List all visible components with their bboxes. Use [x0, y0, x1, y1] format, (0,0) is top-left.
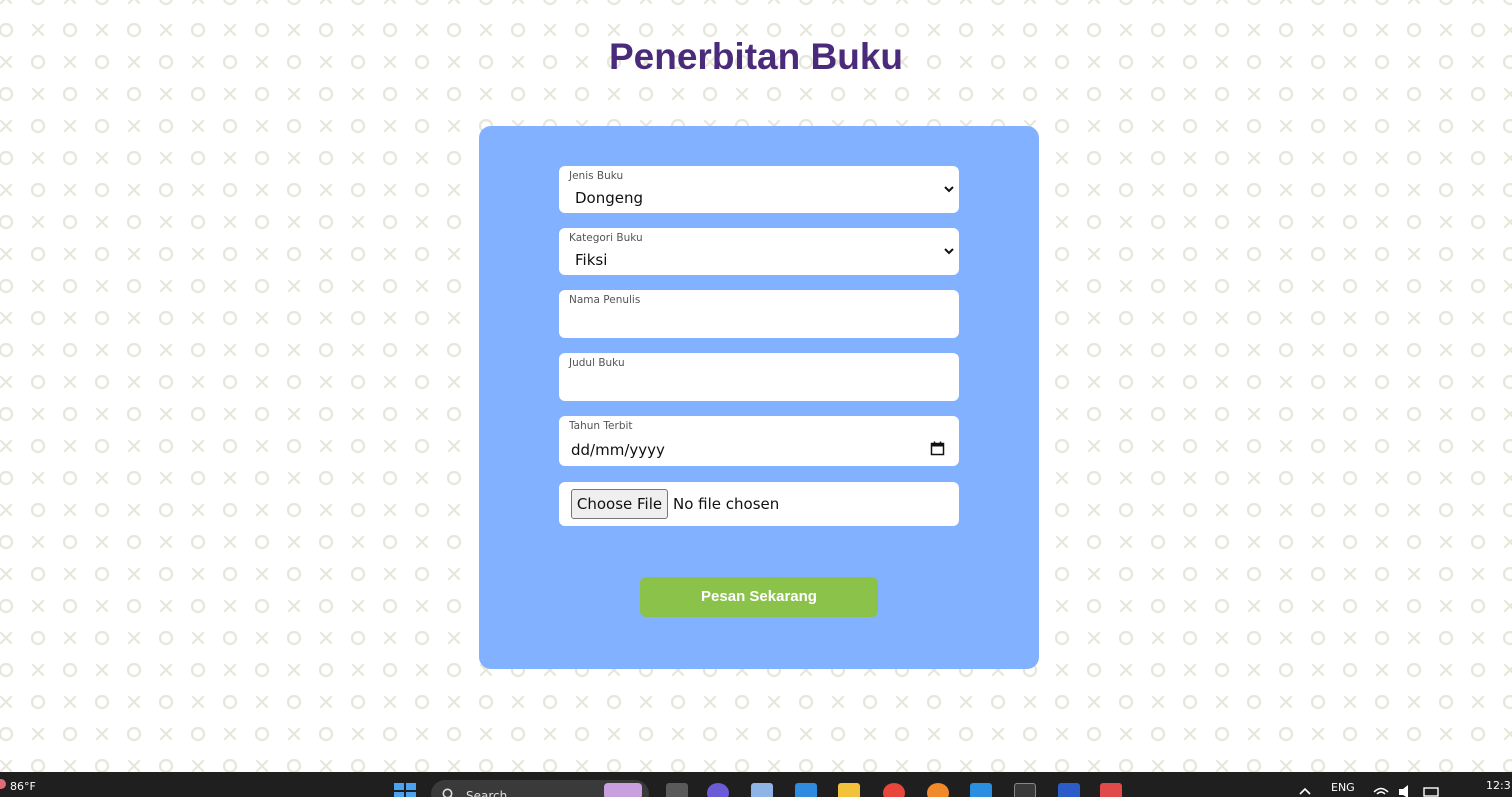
- search-placeholder: Search: [466, 789, 508, 797]
- submit-button[interactable]: Pesan Sekarang: [640, 577, 878, 617]
- kategori-buku-label: Kategori Buku: [569, 232, 643, 244]
- chevron-up-icon[interactable]: [1298, 786, 1312, 796]
- weather-icon[interactable]: [0, 779, 6, 789]
- choose-file-button[interactable]: Choose File: [571, 489, 668, 519]
- folder-icon[interactable]: [838, 783, 860, 797]
- jenis-buku-select[interactable]: Jenis Buku Dongeng: [559, 166, 959, 213]
- tahun-terbit-field[interactable]: Tahun Terbit dd/mm/yyyy: [559, 416, 959, 466]
- chevron-down-icon: [944, 248, 954, 255]
- chrome-icon[interactable]: [883, 783, 905, 797]
- language-indicator[interactable]: ENG: [1331, 781, 1355, 794]
- snipping-tool-icon[interactable]: [1100, 783, 1122, 797]
- tahun-terbit-placeholder: dd/mm/yyyy: [571, 441, 665, 459]
- search-icon: [442, 788, 453, 797]
- weather-text[interactable]: 86°F: [10, 780, 36, 793]
- jenis-buku-value: Dongeng: [575, 189, 644, 207]
- mail-icon[interactable]: [795, 783, 817, 797]
- judul-buku-field[interactable]: Judul Buku: [559, 353, 959, 401]
- judul-buku-label: Judul Buku: [569, 357, 625, 369]
- jenis-buku-label: Jenis Buku: [569, 170, 624, 182]
- system-tray-icons[interactable]: [1372, 784, 1442, 797]
- windows-start-icon[interactable]: [394, 783, 416, 797]
- photos-icon[interactable]: [751, 783, 773, 797]
- file-upload-field: Choose File No file chosen: [559, 482, 959, 526]
- publish-form-card: Jenis Buku Dongeng Kategori Buku Fiksi N…: [479, 126, 1039, 669]
- file-explorer-icon[interactable]: [666, 783, 688, 797]
- nama-penulis-field[interactable]: Nama Penulis: [559, 290, 959, 338]
- tahun-terbit-label: Tahun Terbit: [569, 420, 633, 432]
- page-title: Penerbitan Buku: [609, 36, 903, 77]
- chevron-down-icon: [944, 186, 954, 193]
- chat-icon[interactable]: [707, 783, 729, 797]
- word-icon[interactable]: [1058, 783, 1080, 797]
- calendar-icon[interactable]: [930, 441, 945, 456]
- clock[interactable]: 12:3: [1486, 779, 1511, 792]
- taskbar: 86°F Search ENG 12:3: [0, 772, 1512, 797]
- vscode-icon[interactable]: [970, 783, 992, 797]
- kategori-buku-select[interactable]: Kategori Buku Fiksi: [559, 228, 959, 275]
- widgets-icon[interactable]: [604, 783, 642, 797]
- nama-penulis-label: Nama Penulis: [569, 294, 641, 306]
- terminal-icon[interactable]: [1014, 783, 1036, 797]
- file-status: No file chosen: [673, 495, 780, 513]
- firefox-icon[interactable]: [927, 783, 949, 797]
- kategori-buku-value: Fiksi: [575, 251, 608, 269]
